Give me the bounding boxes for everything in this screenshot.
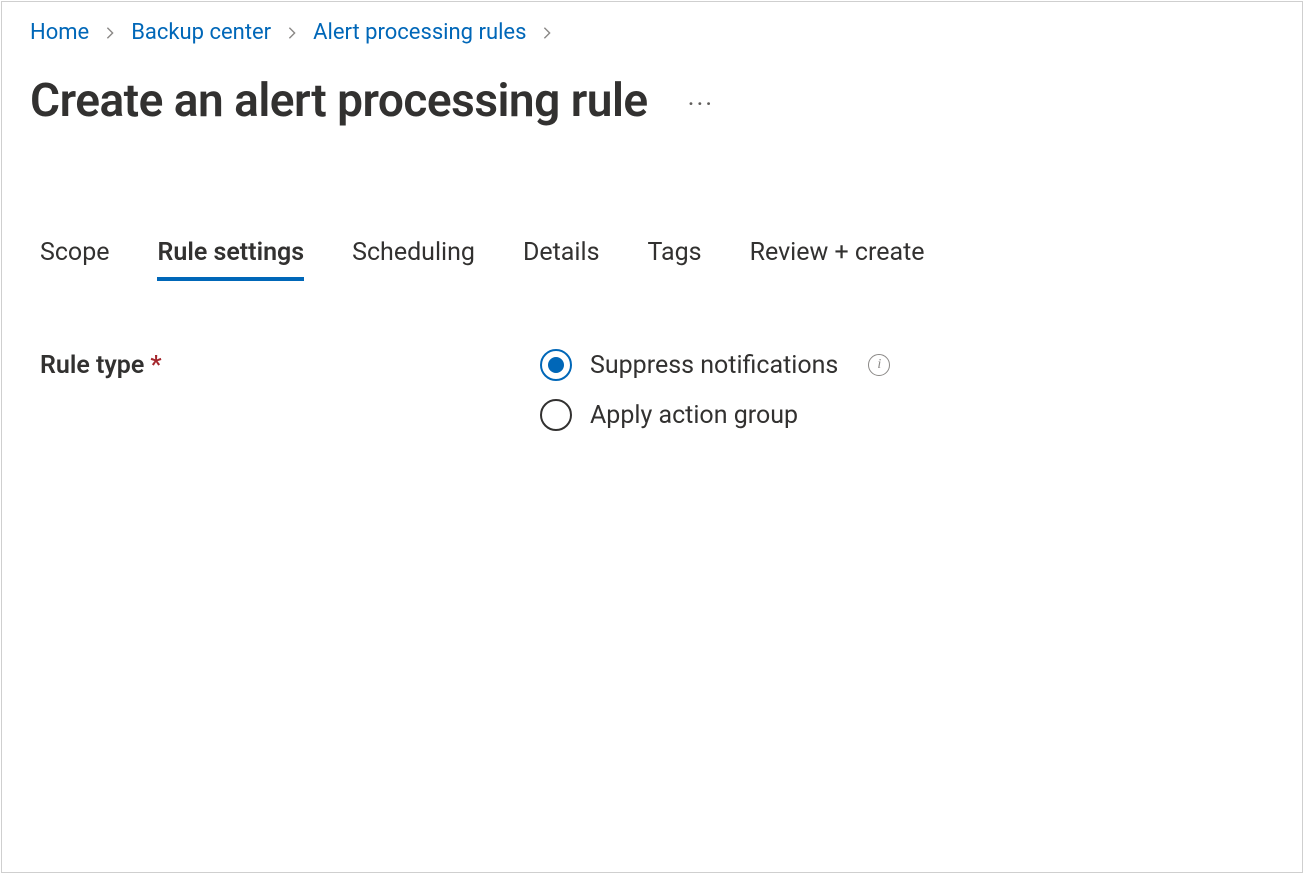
option-label: Apply action group [590, 401, 798, 430]
chevron-right-icon [285, 26, 299, 40]
chevron-right-icon [540, 26, 554, 40]
tab-review-create[interactable]: Review + create [750, 238, 925, 281]
breadcrumb-link-home[interactable]: Home [30, 18, 89, 48]
chevron-right-icon [103, 26, 117, 40]
page-title: Create an alert processing rule [30, 74, 648, 128]
tab-rule-settings[interactable]: Rule settings [157, 238, 304, 281]
tab-tags[interactable]: Tags [647, 238, 701, 281]
breadcrumb-link-alert-processing-rules[interactable]: Alert processing rules [313, 18, 526, 48]
title-row: Create an alert processing rule ··· [30, 74, 1274, 128]
rule-type-options: Suppress notifications i Apply action gr… [540, 349, 890, 431]
option-suppress-notifications[interactable]: Suppress notifications i [540, 349, 890, 381]
required-indicator: * [150, 351, 161, 380]
rule-type-label: Rule type* [40, 349, 540, 380]
form-area: Rule type* Suppress notifications i Appl… [30, 349, 1274, 431]
tab-scope[interactable]: Scope [40, 238, 109, 281]
radio-icon [540, 349, 572, 381]
page-frame: Home Backup center Alert processing rule… [1, 1, 1303, 873]
info-icon[interactable]: i [868, 354, 890, 376]
option-apply-action-group[interactable]: Apply action group [540, 399, 890, 431]
tab-scheduling[interactable]: Scheduling [352, 238, 475, 281]
more-actions-button[interactable]: ··· [688, 84, 714, 118]
radio-icon [540, 399, 572, 431]
breadcrumb-link-backup-center[interactable]: Backup center [131, 18, 271, 48]
tabs: Scope Rule settings Scheduling Details T… [30, 238, 1274, 281]
rule-type-label-text: Rule type [40, 351, 144, 380]
breadcrumb: Home Backup center Alert processing rule… [30, 12, 1274, 48]
tab-details[interactable]: Details [523, 238, 600, 281]
field-rule-type: Rule type* Suppress notifications i Appl… [40, 349, 1274, 431]
option-label: Suppress notifications [590, 351, 838, 380]
